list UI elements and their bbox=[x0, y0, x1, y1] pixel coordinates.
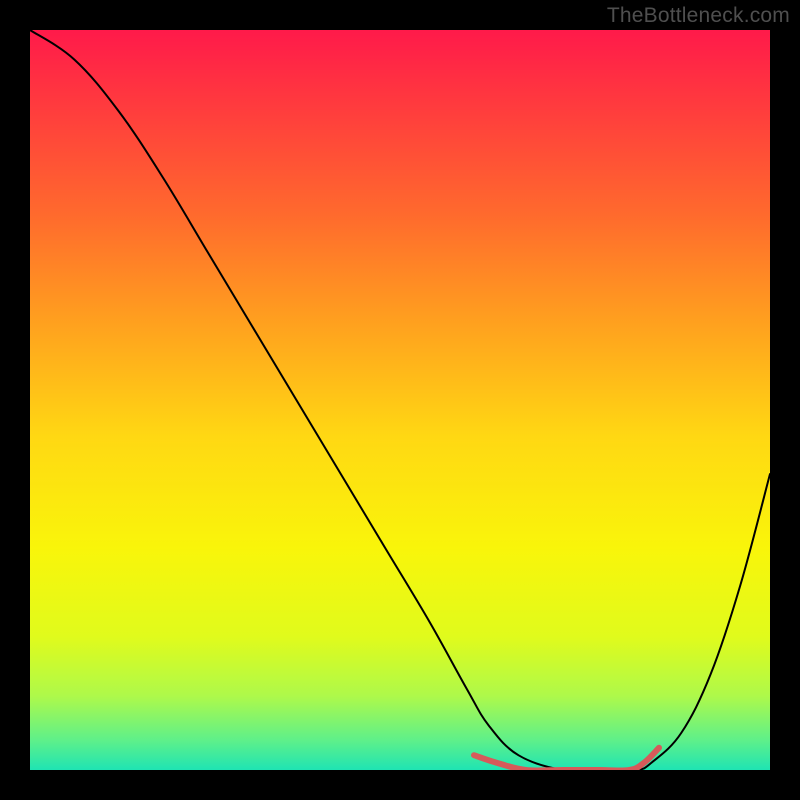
chart-svg bbox=[30, 30, 770, 770]
attribution-text: TheBottleneck.com bbox=[607, 4, 790, 28]
gradient-panel bbox=[30, 30, 770, 770]
plot-area bbox=[30, 30, 770, 770]
chart-frame: TheBottleneck.com bbox=[0, 0, 800, 800]
